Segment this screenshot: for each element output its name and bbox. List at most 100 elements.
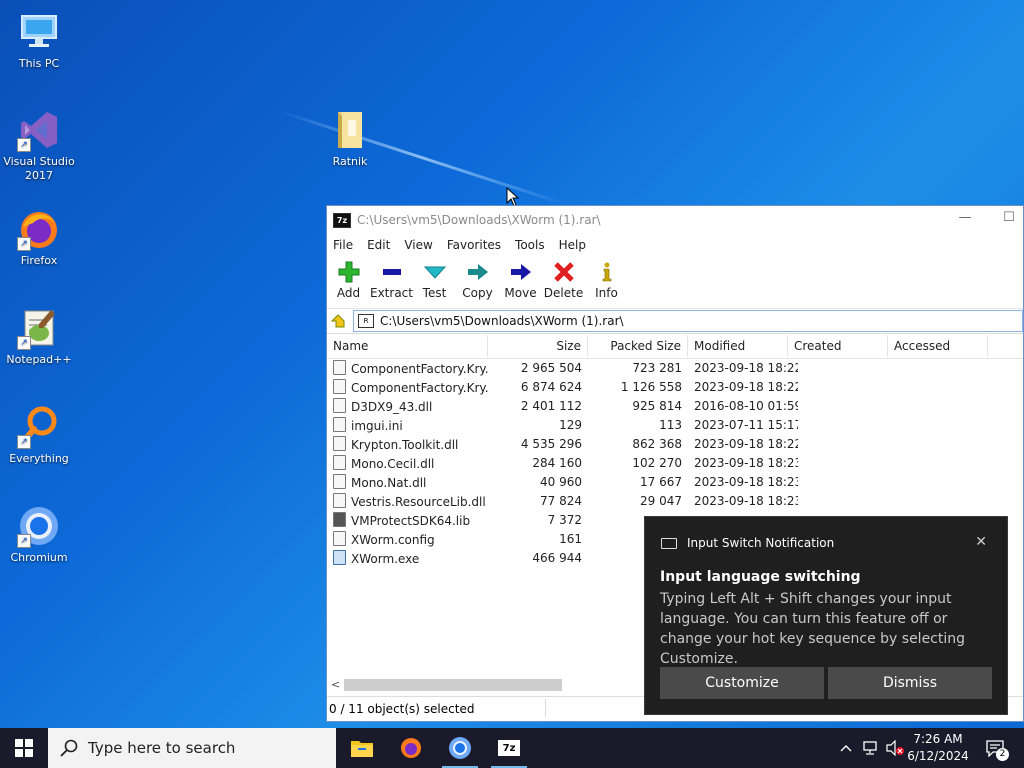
scroll-left-icon[interactable]: <: [327, 678, 344, 691]
test-button[interactable]: Test: [413, 256, 456, 308]
address-field[interactable]: R C:\Users\vm5\Downloads\XWorm (1).rar\: [353, 310, 1023, 332]
menu-file[interactable]: File: [333, 238, 353, 252]
address-text: C:\Users\vm5\Downloads\XWorm (1).rar\: [380, 314, 624, 328]
dll-file-icon: [333, 359, 346, 375]
move-button[interactable]: Move: [499, 256, 542, 308]
visual-studio-icon: ↗: [17, 108, 61, 152]
x-icon: [552, 260, 576, 284]
chromium-icon: ↗: [17, 504, 61, 548]
desktop-icon-chromium[interactable]: ↗ Chromium: [1, 504, 77, 565]
desktop-icon-firefox[interactable]: ↗ Firefox: [1, 207, 77, 268]
file-size: 4 535 296: [520, 436, 582, 451]
desktop-icon-notepad-plus-plus[interactable]: ↗ Notepad++: [1, 306, 77, 367]
column-header-name[interactable]: Name: [327, 335, 488, 357]
folder-up-icon: [330, 314, 345, 328]
chromium-icon: [449, 737, 471, 759]
start-button[interactable]: [0, 728, 48, 768]
menu-favorites[interactable]: Favorites: [447, 238, 501, 252]
add-button[interactable]: Add: [327, 256, 370, 308]
network-icon[interactable]: [860, 728, 882, 768]
taskbar-7zip[interactable]: 7z: [485, 728, 533, 768]
action-center-button[interactable]: 2: [980, 728, 1010, 768]
toolbar: Add Extract Test Copy Move Delete Info: [327, 256, 1023, 309]
file-name: Mono.Cecil.dll: [351, 456, 435, 471]
file-size: 466 944: [532, 550, 582, 565]
info-icon: [595, 260, 619, 284]
table-row[interactable]: Mono.Nat.dll 40 960 17 667 2023-09-18 18…: [327, 472, 1023, 491]
table-row[interactable]: D3DX9_43.dll 2 401 112 925 814 2016-08-1…: [327, 396, 1023, 415]
close-icon[interactable]: ✕: [975, 534, 987, 550]
taskbar-firefox[interactable]: [387, 728, 435, 768]
table-row[interactable]: Mono.Cecil.dll 284 160 102 270 2023-09-1…: [327, 453, 1023, 472]
desktop-icon-ratnik-folder[interactable]: Ratnik: [312, 108, 388, 169]
folder-icon: [328, 108, 372, 152]
taskbar-search-box[interactable]: Type here to search: [48, 728, 336, 768]
arrow-right-icon: [509, 260, 533, 284]
file-name: Vestris.ResourceLib.dll: [351, 494, 486, 509]
dll-file-icon: [333, 454, 346, 470]
column-header-size[interactable]: Size: [488, 335, 588, 357]
file-name: D3DX9_43.dll: [351, 399, 433, 414]
file-size: 77 824: [540, 493, 582, 508]
dll-file-icon: [333, 473, 346, 489]
notification-body: Typing Left Alt + Shift changes your inp…: [660, 591, 966, 667]
extract-button[interactable]: Extract: [370, 256, 413, 308]
folder-up-button[interactable]: [327, 310, 349, 332]
plus-icon: [337, 260, 361, 284]
delete-button[interactable]: Delete: [542, 256, 585, 308]
computer-icon: [17, 10, 61, 54]
menu-help[interactable]: Help: [559, 238, 586, 252]
desktop-icon-this-pc[interactable]: This PC: [1, 10, 77, 71]
table-row[interactable]: imgui.ini 129 113 2023-07-11 15:17: [327, 415, 1023, 434]
file-packed-size: 113: [659, 417, 682, 432]
menu-edit[interactable]: Edit: [367, 238, 390, 252]
file-name: ComponentFactory.Kry...: [351, 361, 488, 376]
menu-bar: File Edit View Favorites Tools Help: [327, 234, 1023, 256]
dll-file-icon: [333, 492, 346, 508]
desktop-icon-label: Chromium: [10, 551, 68, 564]
desktop-icon-label: Notepad++: [6, 353, 72, 366]
desktop-icon-visual-studio[interactable]: ↗ Visual Studio 2017: [1, 108, 77, 183]
lib-file-icon: [333, 511, 346, 527]
table-row[interactable]: ComponentFactory.Kry... 2 965 504 723 28…: [327, 358, 1023, 377]
table-row[interactable]: Krypton.Toolkit.dll 4 535 296 862 368 20…: [327, 434, 1023, 453]
file-explorer-icon: [351, 741, 373, 757]
info-button[interactable]: Info: [585, 256, 628, 308]
minus-icon: [380, 260, 404, 284]
column-header-accessed[interactable]: Accessed: [888, 335, 988, 357]
file-size: 6 874 624: [520, 379, 582, 394]
customize-button[interactable]: Customize: [660, 667, 824, 699]
minimize-button[interactable]: —: [950, 210, 980, 230]
everything-search-icon: ↗: [17, 405, 61, 449]
system-clock[interactable]: 7:26 AM 6/12/2024: [900, 731, 976, 765]
firefox-icon: [401, 738, 421, 758]
notification-title: Input language switching: [660, 569, 861, 585]
archive-icon: R: [358, 314, 374, 328]
window-titlebar[interactable]: 7z C:\Users\vm5\Downloads\XWorm (1).rar\: [327, 206, 1023, 234]
taskbar-chromium[interactable]: [436, 728, 484, 768]
desktop-icon-label: Everything: [9, 452, 69, 465]
menu-tools[interactable]: Tools: [515, 238, 545, 252]
dismiss-button[interactable]: Dismiss: [828, 667, 992, 699]
menu-view[interactable]: View: [404, 238, 432, 252]
scrollbar-thumb[interactable]: [344, 678, 562, 691]
desktop-icon-everything[interactable]: ↗ Everything: [1, 405, 77, 466]
file-modified: 2023-09-18 18:22: [694, 360, 798, 375]
file-packed-size: 723 281: [632, 360, 682, 375]
column-header-created[interactable]: Created: [788, 335, 888, 357]
table-row[interactable]: ComponentFactory.Kry... 6 874 624 1 126 …: [327, 377, 1023, 396]
dll-file-icon: [333, 397, 346, 413]
column-header-modified[interactable]: Modified: [688, 335, 788, 357]
table-row[interactable]: Vestris.ResourceLib.dll 77 824 29 047 20…: [327, 491, 1023, 510]
file-packed-size: 1 126 558: [620, 379, 682, 394]
copy-button[interactable]: Copy: [456, 256, 499, 308]
7zip-logo-icon: 7z: [333, 212, 351, 228]
search-placeholder: Type here to search: [88, 739, 236, 757]
column-header-packed-size[interactable]: Packed Size: [588, 335, 688, 357]
show-hidden-icons-button[interactable]: [836, 728, 856, 768]
shortcut-arrow-icon: ↗: [17, 534, 31, 548]
ini-file-icon: [333, 416, 346, 432]
double-arrow-icon: [466, 260, 490, 284]
taskbar-file-explorer[interactable]: [338, 728, 386, 768]
maximize-button[interactable]: ☐: [994, 210, 1024, 230]
